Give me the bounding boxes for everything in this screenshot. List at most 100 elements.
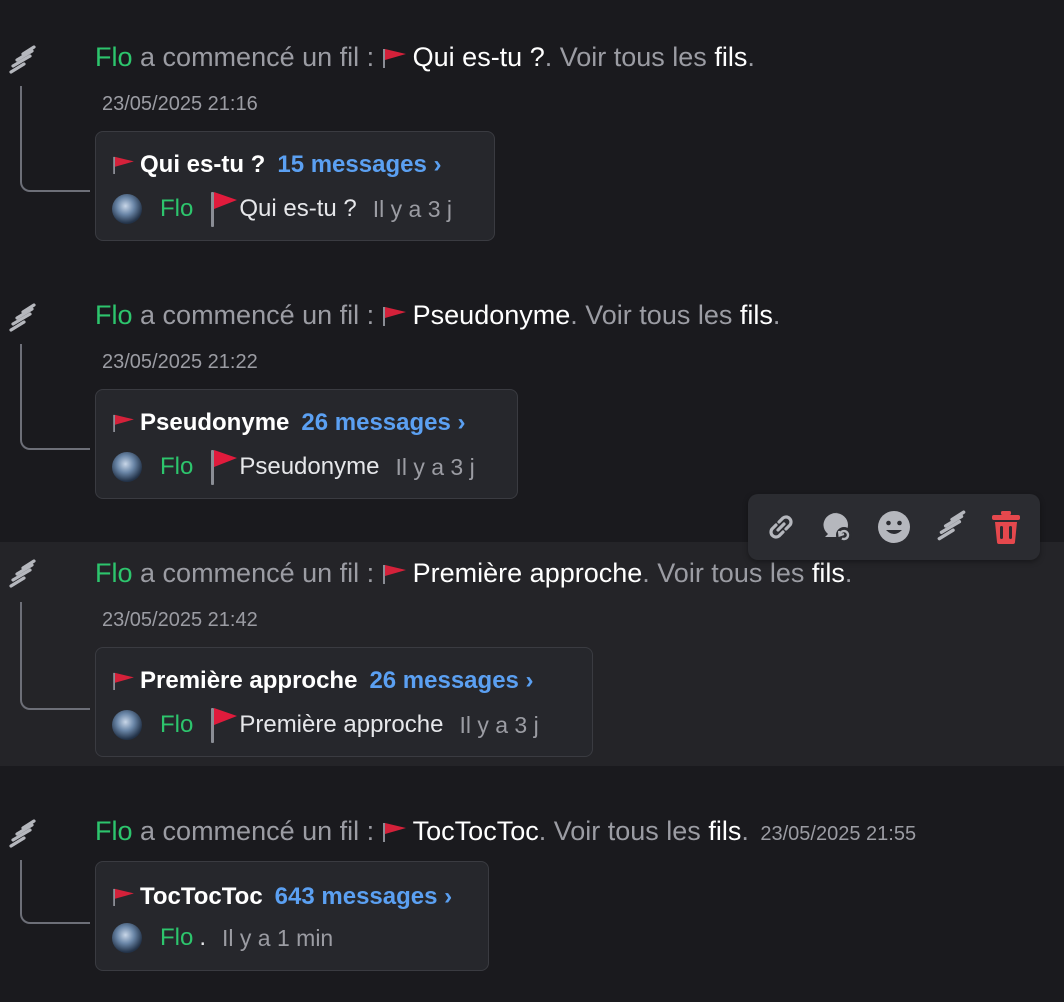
red-flag-icon	[382, 564, 408, 584]
started-text: a commencé un fil :	[140, 300, 375, 330]
threads-link[interactable]: fils	[714, 42, 747, 72]
reply-thread-icon	[823, 512, 852, 543]
red-flag-icon	[382, 306, 408, 326]
thread-connector	[20, 86, 90, 192]
thread-name[interactable]: Pseudonyme	[413, 300, 571, 330]
thread-icon	[6, 44, 40, 78]
thread-card-title-row: Pseudonyme 26 messages ›	[112, 408, 466, 438]
thread-card-title-row: Qui es-tu ? 15 messages ›	[112, 150, 441, 180]
red-flag-icon	[112, 156, 136, 174]
last-message-time: Il y a 3 j	[372, 196, 452, 222]
author-name[interactable]: Flo	[95, 816, 133, 846]
system-message-line: Flo a commencé un fil : Qui es-tu ?. Voi…	[95, 40, 755, 74]
thread-card[interactable]: TocTocToc 643 messages › Flo . Il y a 1 m…	[95, 861, 489, 971]
last-message-time: Il y a 1 min	[222, 925, 334, 951]
message-count-link[interactable]: 26 messages ›	[301, 409, 465, 436]
red-flag-emoji-icon	[209, 448, 239, 486]
thread-last-message: Flo Pseudonyme Il y a 3 j	[112, 448, 475, 486]
author-name[interactable]: Flo	[95, 300, 133, 330]
started-text: a commencé un fil :	[140, 558, 375, 588]
timestamp: 23/05/2025 21:16	[102, 93, 258, 115]
thread-connector	[20, 860, 90, 924]
thread-card-title-row: Première approche 26 messages ›	[112, 666, 534, 696]
started-text: a commencé un fil :	[140, 42, 375, 72]
see-all-prefix: . Voir tous les	[570, 300, 733, 330]
thread-last-message: Flo Qui es-tu ? Il y a 3 j	[112, 190, 452, 228]
last-message-author: Flo	[160, 711, 194, 738]
thread-icon	[6, 818, 40, 852]
message-actions-toolbar	[748, 494, 1040, 560]
period: .	[747, 42, 755, 72]
thread-connector	[20, 602, 90, 710]
message-count-link[interactable]: 26 messages ›	[369, 667, 533, 694]
add-reaction-button[interactable]	[873, 506, 915, 548]
avatar	[112, 194, 142, 224]
last-message-text: Pseudonyme	[239, 453, 380, 480]
author-name[interactable]: Flo	[95, 42, 133, 72]
link-icon	[769, 515, 793, 539]
timestamp: 23/05/2025 21:55	[760, 823, 917, 845]
red-flag-icon	[112, 888, 136, 906]
threads-link[interactable]: fils	[812, 558, 845, 588]
last-message-text: Première approche	[239, 711, 444, 738]
thread-connector	[20, 344, 90, 450]
message-count-link[interactable]: 15 messages ›	[277, 151, 441, 178]
thread-message: Flo a commencé un fil : TocTocToc. Voir …	[0, 766, 1064, 1002]
author-name[interactable]: Flo	[95, 558, 133, 588]
started-text: a commencé un fil :	[140, 816, 375, 846]
thread-card-title-row: TocTocToc 643 messages ›	[112, 882, 452, 912]
copy-link-button[interactable]	[760, 506, 802, 548]
timestamp: 23/05/2025 21:22	[102, 351, 258, 373]
thread-name[interactable]: Première approche	[413, 558, 643, 588]
thread-card[interactable]: Pseudonyme 26 messages › Flo Pseudonyme I…	[95, 389, 518, 499]
reply-in-thread-button[interactable]	[815, 506, 857, 548]
emoji-reaction-icon	[878, 511, 910, 543]
thread-last-message: Flo Première approche Il y a 3 j	[112, 706, 539, 744]
thread-message: Flo a commencé un fil : Première approch…	[0, 542, 1064, 766]
period: .	[844, 558, 853, 588]
thread-icon	[6, 558, 40, 592]
red-flag-icon	[382, 48, 408, 68]
thread-icon	[6, 302, 40, 336]
avatar	[112, 923, 142, 953]
thread-card[interactable]: Première approche 26 messages › Flo Premi…	[95, 647, 593, 757]
thread-card[interactable]: Qui es-tu ? 15 messages › Flo Qui es-tu ?…	[95, 131, 495, 241]
thread-card-title: Qui es-tu ?	[140, 151, 266, 178]
thread-message: Flo a commencé un fil : Qui es-tu ?. Voi…	[0, 0, 1064, 258]
avatar	[112, 452, 142, 482]
thread-card-title: Première approche	[140, 667, 358, 694]
red-flag-icon	[112, 414, 136, 432]
period: .	[741, 816, 749, 846]
thread-last-message: Flo . Il y a 1 min	[112, 922, 333, 954]
thread-name[interactable]: TocTocToc	[413, 816, 539, 846]
last-message-text: .	[199, 924, 207, 951]
delete-button[interactable]	[985, 506, 1027, 548]
red-flag-icon	[112, 672, 136, 690]
system-message-line: Flo a commencé un fil : TocTocToc. Voir …	[95, 814, 916, 851]
thread-name[interactable]: Qui es-tu ?	[413, 42, 545, 72]
see-all-prefix: . Voir tous les	[544, 42, 707, 72]
last-message-time: Il y a 3 j	[459, 712, 539, 738]
message-count-link[interactable]: 643 messages ›	[275, 883, 452, 910]
system-message-line: Flo a commencé un fil : Première approch…	[95, 556, 852, 590]
thread-card-title: TocTocToc	[140, 883, 263, 910]
threads-link[interactable]: fils	[708, 816, 741, 846]
red-flag-icon	[382, 822, 408, 842]
see-all-prefix: . Voir tous les	[538, 816, 701, 846]
last-message-author: Flo	[160, 924, 194, 951]
trash-icon	[992, 511, 1020, 544]
thread-card-title: Pseudonyme	[140, 409, 290, 436]
period: .	[772, 300, 781, 330]
last-message-author: Flo	[160, 195, 194, 222]
system-message-line: Flo a commencé un fil : Pseudonyme. Voir…	[95, 298, 780, 332]
last-message-author: Flo	[160, 453, 194, 480]
last-message-time: Il y a 3 j	[395, 454, 475, 480]
avatar	[112, 710, 142, 740]
red-flag-emoji-icon	[209, 706, 239, 744]
create-thread-button[interactable]	[931, 506, 973, 548]
last-message-text: Qui es-tu ?	[239, 195, 357, 222]
thread-icon	[934, 509, 970, 545]
timestamp: 23/05/2025 21:42	[102, 609, 258, 631]
see-all-prefix: . Voir tous les	[642, 558, 805, 588]
threads-link[interactable]: fils	[740, 300, 773, 330]
